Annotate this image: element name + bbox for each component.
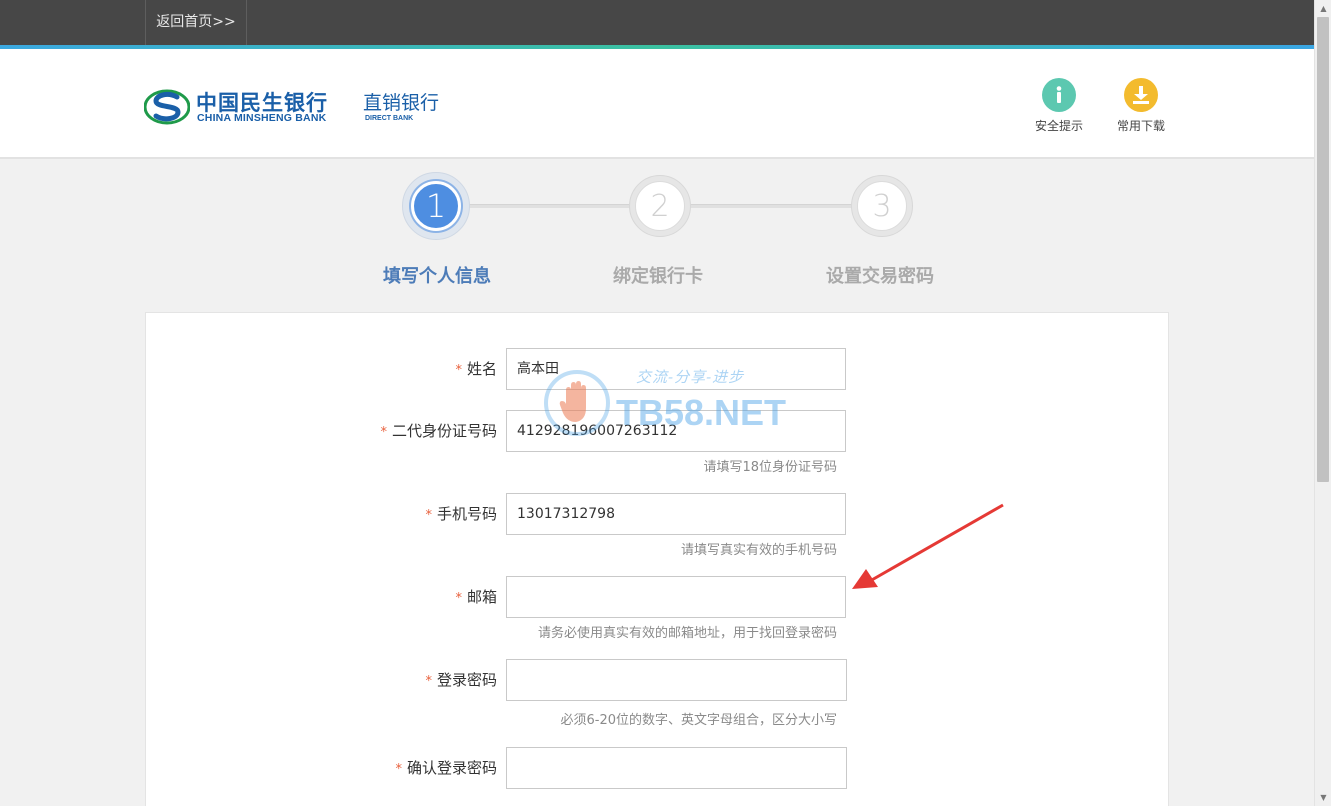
security-tips-button[interactable]: 安全提示 [1029,78,1089,134]
logo-subtitle-en: DIRECT BANK [365,115,414,122]
top-bar: 返回首页>> [0,0,1314,45]
name-input[interactable]: 高本田 [506,348,846,390]
email-hint: 请务必使用真实有效的邮箱地址，用于找回登录密码 [537,626,837,641]
info-icon [1042,78,1076,112]
confirm-password-label: * 确认登录密码 [395,759,497,777]
email-label: * 邮箱 [455,588,497,606]
step-3-label: 设置交易密码 [826,266,934,287]
bank-logo[interactable]: 中国民生银行 CHINA MINSHENG BANK 直销银行 DIRECT B… [144,87,454,127]
step-3-indicator: 3 [851,175,913,237]
downloads-button[interactable]: 常用下载 [1111,78,1171,134]
required-mark: * [455,591,462,606]
login-password-hint: 必须6-20位的数字、英文字母组合，区分大小写 [560,713,837,728]
step-2-indicator: 2 [629,175,691,237]
step-1-indicator: 1 [402,172,470,240]
security-tips-label: 安全提示 [1034,119,1083,133]
step-connector-2-3 [685,204,875,208]
id-number-input[interactable]: 412928196007263112 [506,410,846,452]
id-number-hint: 请填写18位身份证号码 [703,460,837,475]
scroll-down-arrow-icon[interactable]: ▼ [1315,789,1331,806]
required-mark: * [380,425,387,440]
scrollbar-thumb[interactable] [1317,17,1329,482]
email-input[interactable] [506,576,846,618]
step-1-number: 1 [411,181,461,231]
page-scrollbar[interactable]: ▲ ▼ [1314,0,1331,806]
annotation-arrow-icon [852,503,1004,589]
confirm-password-input[interactable] [506,747,847,789]
downloads-label: 常用下载 [1116,119,1165,133]
name-label: * 姓名 [455,360,497,378]
registration-steps: 1 2 3 填写个人信息 绑定银行卡 设置交易密码 [0,161,1314,311]
step-connector-1-2 [460,204,650,208]
site-header: 中国民生银行 CHINA MINSHENG BANK 直销银行 DIRECT B… [0,49,1314,159]
phone-hint: 请填写真实有效的手机号码 [680,543,837,558]
required-mark: * [455,363,462,378]
login-password-input[interactable] [506,659,847,701]
back-home-link[interactable]: 返回首页>> [145,0,247,45]
logo-name-en: CHINA MINSHENG BANK [197,112,327,124]
scroll-up-arrow-icon[interactable]: ▲ [1315,0,1331,17]
required-mark: * [425,674,432,689]
required-mark: * [395,762,402,777]
minsheng-logo-mark-icon [144,89,190,125]
step-2-label: 绑定银行卡 [613,266,703,287]
login-password-label: * 登录密码 [425,671,497,689]
personal-info-form: * 姓名 高本田 * 二代身份证号码 412928196007263112 请填写1… [145,312,1169,806]
phone-label: * 手机号码 [425,505,497,523]
step-3-number: 3 [857,181,907,231]
id-number-label: * 二代身份证号码 [380,422,497,440]
step-2-number: 2 [635,181,685,231]
download-icon [1124,78,1158,112]
step-1-label: 填写个人信息 [383,266,491,287]
logo-subtitle-cn: 直销银行 [363,92,440,114]
phone-input[interactable]: 13017312798 [506,493,846,535]
required-mark: * [425,508,432,523]
